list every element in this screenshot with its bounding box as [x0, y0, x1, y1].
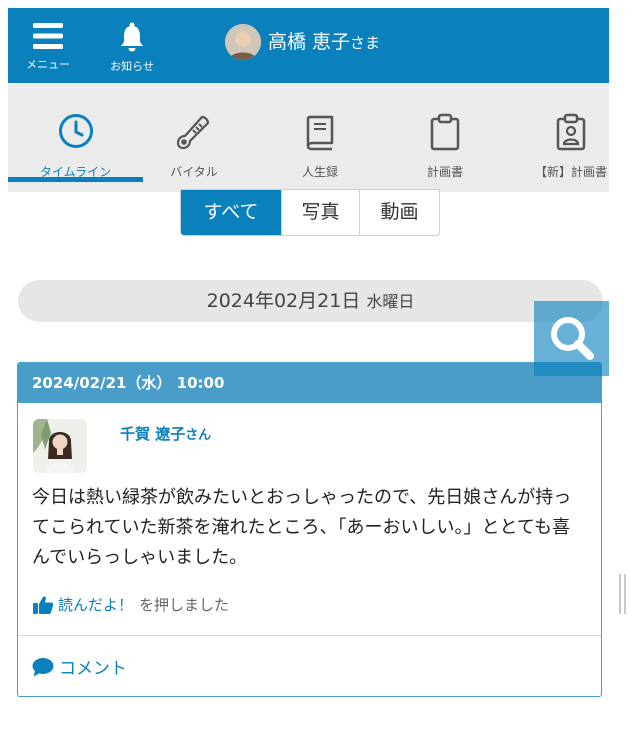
bell-icon: [121, 22, 143, 52]
user-avatar-photo: [225, 24, 261, 60]
hamburger-icon: [33, 23, 63, 49]
clipboard-icon: [430, 113, 460, 151]
clock-icon: [58, 114, 93, 148]
tab-label: 人生録: [301, 165, 338, 179]
notifications-label: お知らせ: [110, 60, 154, 73]
tab-label: バイタル: [170, 165, 218, 179]
comment-button[interactable]: コメント: [32, 654, 127, 679]
weekday-text: 水曜日: [366, 292, 415, 311]
author-avatar: [33, 419, 87, 473]
tab-label: 【新】計画書: [534, 165, 607, 179]
tab-timeline[interactable]: タイムライン: [8, 83, 143, 192]
notifications-button[interactable]: お知らせ: [102, 22, 162, 74]
tab-bar: タイムライン バイタル 人生録 計画書 【新】計画書: [8, 83, 609, 192]
tab-life-record[interactable]: 人生録: [260, 83, 380, 192]
app-viewport: メニュー お知らせ 高橋 恵子さま タイムライン バイタル 人生録 計画書 【新…: [8, 8, 609, 743]
author-name: 千賀 遼子さん: [120, 423, 211, 444]
date-header: 2024年02月21日 水曜日: [18, 280, 603, 322]
tab-label: 計画書: [426, 165, 463, 179]
date-text: 2024年02月21日: [206, 290, 361, 312]
author-honorific: さん: [185, 428, 212, 443]
search-icon: [551, 317, 594, 360]
user-avatar[interactable]: [225, 24, 261, 60]
post-timestamp: 2024/02/21（水） 10:00: [18, 363, 601, 403]
speech-bubble-icon: [32, 657, 54, 676]
tab-care-plan[interactable]: 計画書: [385, 83, 505, 192]
thumbs-up-icon[interactable]: [32, 595, 54, 615]
media-filter: すべて 写真 動画: [180, 189, 440, 236]
comment-label: コメント: [59, 659, 127, 679]
filter-photo-button[interactable]: 写真: [281, 190, 359, 235]
author-avatar-photo: [33, 419, 87, 473]
menu-label: メニュー: [26, 58, 70, 71]
timeline-post: 2024/02/21（水） 10:00 千賀 遼子さん 今日は熱い緑茶が飲みたい…: [17, 362, 602, 697]
read-button[interactable]: 読んだよ！: [58, 594, 133, 615]
thermometer-icon: [176, 115, 210, 150]
book-icon: [306, 115, 334, 151]
author-name-text: 千賀 遼子: [120, 425, 186, 443]
card-divider: [18, 635, 601, 636]
menu-button[interactable]: メニュー: [18, 22, 78, 72]
scrollbar-thumb[interactable]: [619, 574, 626, 614]
search-button[interactable]: [534, 301, 609, 376]
filter-video-button[interactable]: 動画: [359, 190, 439, 235]
read-reaction: 読んだよ！ を押しました: [32, 594, 229, 615]
user-honorific: さま: [350, 34, 381, 52]
top-bar: メニュー お知らせ 高橋 恵子さま: [8, 8, 609, 83]
read-status-text: を押しました: [139, 596, 230, 614]
active-tab-indicator: [8, 177, 143, 182]
clipboard-person-icon: [556, 113, 586, 151]
filter-all-button[interactable]: すべて: [181, 190, 281, 235]
post-body: 今日は熱い緑茶が飲みたいとおっしゃったので、先日娘さんが持ってこられていた新茶を…: [32, 487, 572, 568]
user-name: 高橋 恵子さま: [268, 27, 380, 54]
scrollbar-track: [609, 0, 637, 743]
user-name-text: 高橋 恵子: [268, 31, 351, 53]
tab-new-care-plan[interactable]: 【新】計画書: [511, 83, 609, 192]
tab-vital[interactable]: バイタル: [134, 83, 254, 192]
